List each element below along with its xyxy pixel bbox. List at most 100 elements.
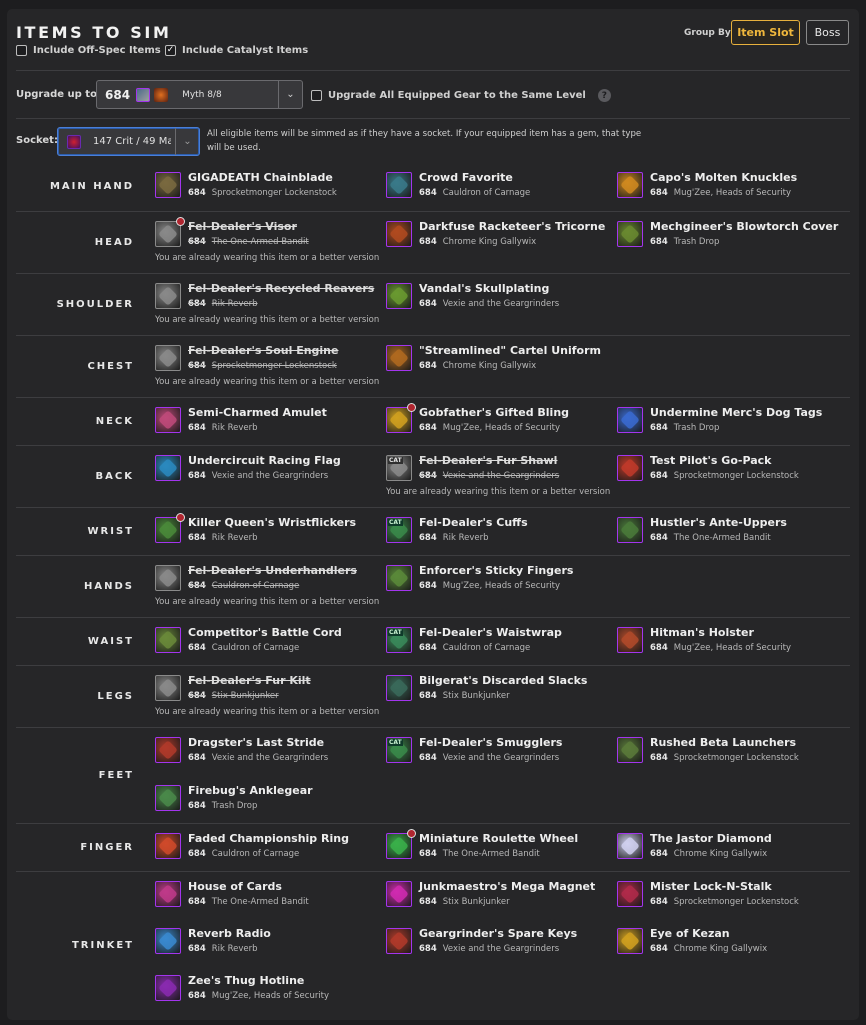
icon-glyph bbox=[389, 884, 409, 904]
slacks-icon bbox=[386, 675, 412, 701]
holster-icon bbox=[617, 627, 643, 653]
include-offspec-checkbox[interactable]: Include Off-Spec Items bbox=[16, 45, 161, 56]
racing-flag-icon bbox=[155, 455, 181, 481]
item-name: Rushed Beta Launchers bbox=[650, 736, 797, 749]
item-card[interactable]: Firebug's Anklegear 684 Trash Drop bbox=[155, 784, 380, 816]
item-card[interactable]: Mister Lock-N-Stalk 684 Sprocketmonger Loc… bbox=[617, 880, 842, 912]
item-card[interactable]: Competitor's Battle Cord 684 Cauldron of C… bbox=[155, 626, 380, 658]
include-catalyst-checkbox[interactable]: ✓ Include Catalyst Items bbox=[165, 45, 308, 56]
item-level: 684 bbox=[419, 471, 437, 481]
catalyst-label: Include Catalyst Items bbox=[182, 45, 309, 56]
item-name: Vandal's Skullplating bbox=[419, 282, 550, 295]
item-level: 684 bbox=[419, 581, 437, 591]
soul-engine-icon bbox=[155, 345, 181, 371]
item-meta: 684 Mug'Zee, Heads of Security bbox=[419, 423, 560, 433]
item-card[interactable]: Capo's Molten Knuckles 684 Mug'Zee, Heads … bbox=[617, 171, 842, 203]
item-card[interactable]: "Streamlined" Cartel Uniform 684 Chrome Ki… bbox=[386, 344, 611, 376]
house-of-cards-icon bbox=[155, 881, 181, 907]
group-by-label: Group By bbox=[684, 28, 731, 38]
item-card[interactable]: The Jastor Diamond 684 Chrome King Gallywi… bbox=[617, 832, 842, 864]
item-card[interactable]: CAT Fel-Dealer's Fur Shawl 684 Vexie and th… bbox=[386, 454, 611, 497]
item-card[interactable]: Junkmaestro's Mega Magnet 684 Stix Bunkjun… bbox=[386, 880, 611, 912]
item-card[interactable]: Fel-Dealer's Soul Engine 684 Sprocketmonge… bbox=[155, 344, 380, 387]
icon-glyph bbox=[620, 884, 640, 904]
item-card[interactable]: Test Pilot's Go-Pack 684 Sprocketmonger Lo… bbox=[617, 454, 842, 486]
item-name: Crowd Favorite bbox=[419, 171, 513, 184]
item-card[interactable]: Rushed Beta Launchers 684 Sprocketmonger L… bbox=[617, 736, 842, 768]
divider bbox=[16, 70, 850, 71]
item-card[interactable]: Fel-Dealer's Visor 684 The One-Armed Bandi… bbox=[155, 217, 380, 263]
item-name: Geargrinder's Spare Keys bbox=[419, 927, 578, 940]
item-source: Rik Reverb bbox=[211, 533, 258, 543]
item-card[interactable]: Reverb Radio 684 Rik Reverb bbox=[155, 927, 380, 959]
group-by-item-slot-button[interactable]: Item Slot bbox=[731, 20, 800, 45]
chevron-down-icon[interactable]: ⌄ bbox=[175, 128, 199, 155]
group-by-boss-button[interactable]: Boss bbox=[806, 20, 849, 45]
item-card[interactable]: Fel-Dealer's Fur Kilt 684 Stix Bunkjunker Y… bbox=[155, 674, 380, 717]
icon-glyph bbox=[158, 568, 178, 588]
item-meta: 684 Mug'Zee, Heads of Security bbox=[419, 581, 560, 591]
item-card[interactable]: Zee's Thug Hotline 684 Mug'Zee, Heads of S… bbox=[155, 974, 380, 1006]
item-card[interactable]: Mechgineer's Blowtorch Cover 684 Trash Dro… bbox=[617, 220, 842, 252]
amulet-icon bbox=[155, 407, 181, 433]
item-card[interactable]: Killer Queen's Wristflickers 684 Rik Rever… bbox=[155, 513, 380, 548]
item-card[interactable]: Dragster's Last Stride 684 Vexie and the G… bbox=[155, 736, 380, 768]
item-level: 684 bbox=[188, 471, 206, 481]
item-card[interactable]: House of Cards 684 The One-Armed Bandit bbox=[155, 880, 380, 912]
item-source: The One-Armed Bandit bbox=[673, 533, 771, 543]
icon-glyph bbox=[389, 224, 409, 244]
item-level: 684 bbox=[188, 581, 206, 591]
item-card[interactable]: Faded Championship Ring 684 Cauldron of Ca… bbox=[155, 832, 380, 864]
item-card[interactable]: Miniature Roulette Wheel 684 The One-Armed… bbox=[386, 829, 611, 864]
help-icon[interactable]: ? bbox=[597, 89, 611, 102]
icon-glyph bbox=[389, 836, 409, 856]
offspec-checkbox-box[interactable] bbox=[16, 45, 27, 56]
item-card[interactable]: Bilgerat's Discarded Slacks 684 Stix Bunkj… bbox=[386, 674, 611, 706]
item-card[interactable]: Undercircuit Racing Flag 684 Vexie and the… bbox=[155, 454, 380, 486]
item-card[interactable]: Gobfather's Gifted Bling 684 Mug'Zee, Head… bbox=[386, 403, 611, 438]
item-source: The One-Armed Bandit bbox=[211, 237, 309, 247]
item-level: 684 bbox=[419, 849, 437, 859]
upgrade-all-checkbox-box[interactable] bbox=[311, 90, 322, 101]
item-card[interactable]: Enforcer's Sticky Fingers 684 Mug'Zee, Hea… bbox=[386, 564, 611, 596]
item-card[interactable]: Crowd Favorite 684 Cauldron of Carnage bbox=[386, 171, 611, 203]
item-card[interactable]: Semi-Charmed Amulet 684 Rik Reverb bbox=[155, 406, 380, 438]
item-card[interactable]: Fel-Dealer's Underhandlers 684 Cauldron of… bbox=[155, 564, 380, 607]
item-name: Mechgineer's Blowtorch Cover bbox=[650, 220, 839, 233]
track-icon bbox=[136, 87, 151, 102]
item-meta: 684 Mug'Zee, Heads of Security bbox=[650, 643, 791, 653]
item-name: Fel-Dealer's Waistwrap bbox=[419, 626, 562, 639]
slot-divider bbox=[16, 507, 850, 508]
blowtorch-cover-icon bbox=[617, 221, 643, 247]
item-card[interactable]: Eye of Kezan 684 Chrome King Gallywix bbox=[617, 927, 842, 959]
icon-glyph bbox=[158, 458, 178, 478]
item-card[interactable]: CAT Fel-Dealer's Smugglers 684 Vexie and th… bbox=[386, 736, 611, 768]
icon-glyph bbox=[389, 348, 409, 368]
slot-label-chest: CHEST bbox=[87, 360, 134, 372]
socket-select[interactable]: 147 Crit / 49 Mastery ⌄ bbox=[57, 127, 200, 156]
icon-glyph bbox=[158, 286, 178, 306]
item-card[interactable]: Hustler's Ante-Uppers 684 The One-Armed Ba… bbox=[617, 516, 842, 548]
item-source: Mug'Zee, Heads of Security bbox=[442, 581, 561, 591]
item-card[interactable]: Vandal's Skullplating 684 Vexie and the Ge… bbox=[386, 282, 611, 314]
item-level: 684 bbox=[188, 897, 206, 907]
offspec-label: Include Off-Spec Items bbox=[33, 45, 161, 56]
item-card[interactable]: Undermine Merc's Dog Tags 684 Trash Drop bbox=[617, 406, 842, 438]
item-card[interactable]: Hitman's Holster 684 Mug'Zee, Heads of Sec… bbox=[617, 626, 842, 658]
item-card[interactable]: CAT Fel-Dealer's Waistwrap 684 Cauldron of … bbox=[386, 626, 611, 658]
item-card[interactable]: Darkfuse Racketeer's Tricorne 684 Chrome K… bbox=[386, 220, 611, 252]
item-card[interactable]: CAT Fel-Dealer's Cuffs 684 Rik Reverb bbox=[386, 516, 611, 548]
item-card[interactable]: GIGADEATH Chainblade 684 Sprocketmonger Lo… bbox=[155, 171, 380, 203]
icon-glyph bbox=[620, 175, 640, 195]
upgrade-all-checkbox[interactable]: Upgrade All Equipped Gear to the Same Le… bbox=[311, 89, 611, 102]
championship-ring-icon bbox=[155, 833, 181, 859]
item-name: Eye of Kezan bbox=[650, 927, 730, 940]
upgrade-all-label: Upgrade All Equipped Gear to the Same Le… bbox=[328, 90, 586, 101]
upgrade-level-select[interactable]: 684 Myth 8/8 ⌄ bbox=[96, 80, 303, 109]
item-card[interactable]: Fel-Dealer's Recycled Reavers 684 Rik Reve… bbox=[155, 282, 380, 325]
item-card[interactable]: Geargrinder's Spare Keys 684 Vexie and the… bbox=[386, 927, 611, 959]
item-meta: 684 Chrome King Gallywix bbox=[650, 849, 767, 859]
chevron-down-icon[interactable]: ⌄ bbox=[278, 81, 302, 108]
catalyst-checkbox-box[interactable]: ✓ bbox=[165, 45, 176, 56]
item-meta: 684 Trash Drop bbox=[188, 801, 257, 811]
